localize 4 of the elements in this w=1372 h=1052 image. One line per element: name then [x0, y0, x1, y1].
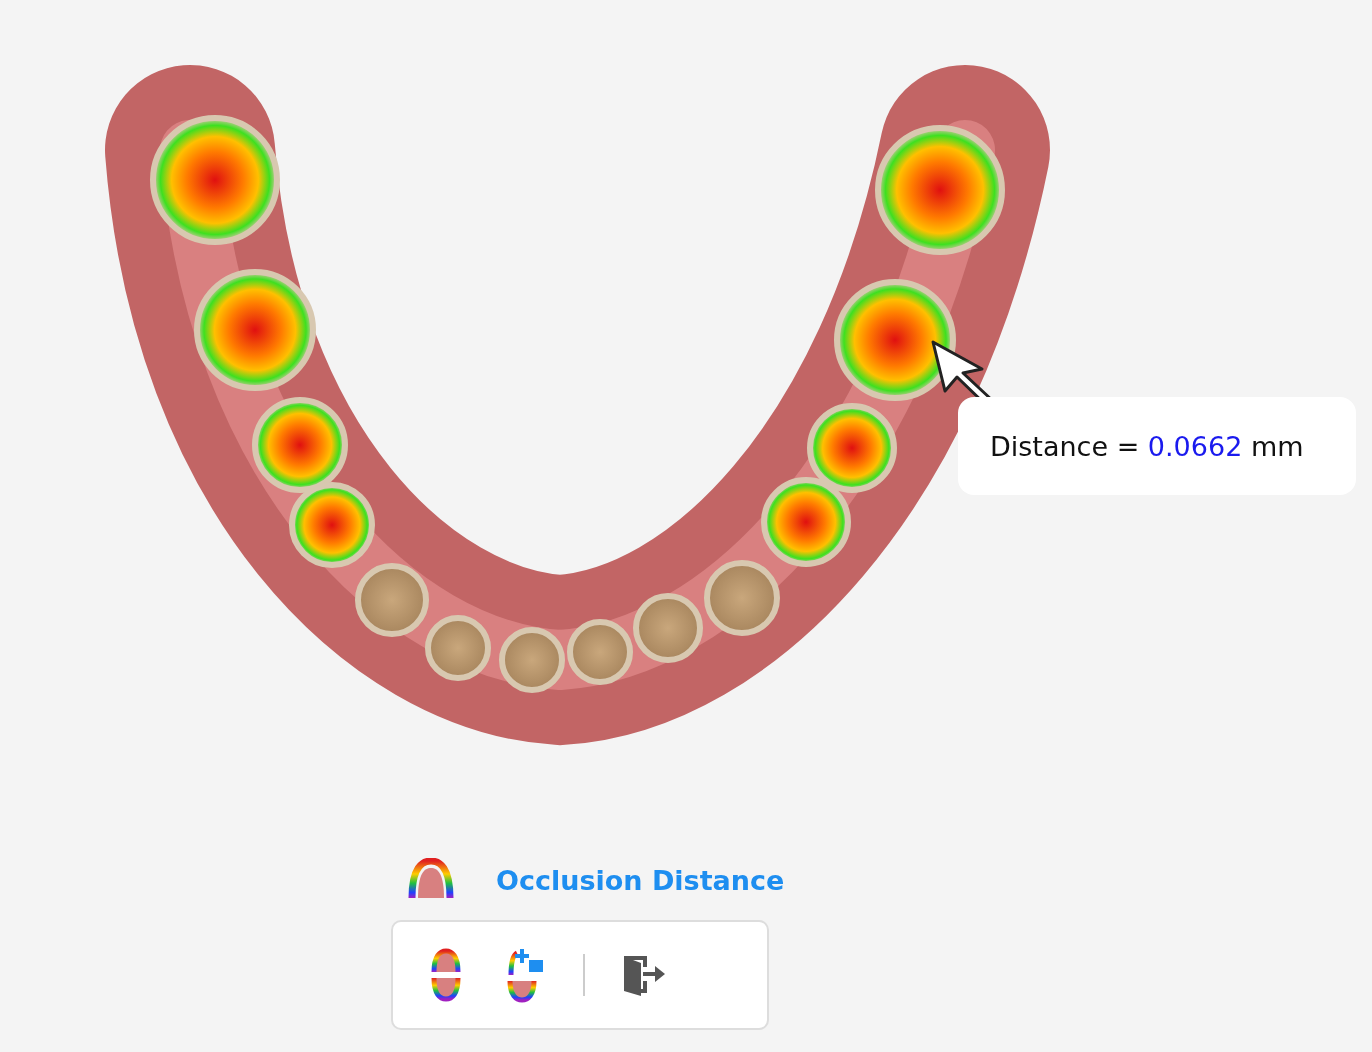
tool-title: Occlusion Distance [496, 864, 785, 896]
exit-door-icon [621, 953, 667, 997]
upper-lower-jaw-icon [429, 948, 463, 1002]
distance-readout: Distance = 0.0662 mm [990, 430, 1304, 462]
